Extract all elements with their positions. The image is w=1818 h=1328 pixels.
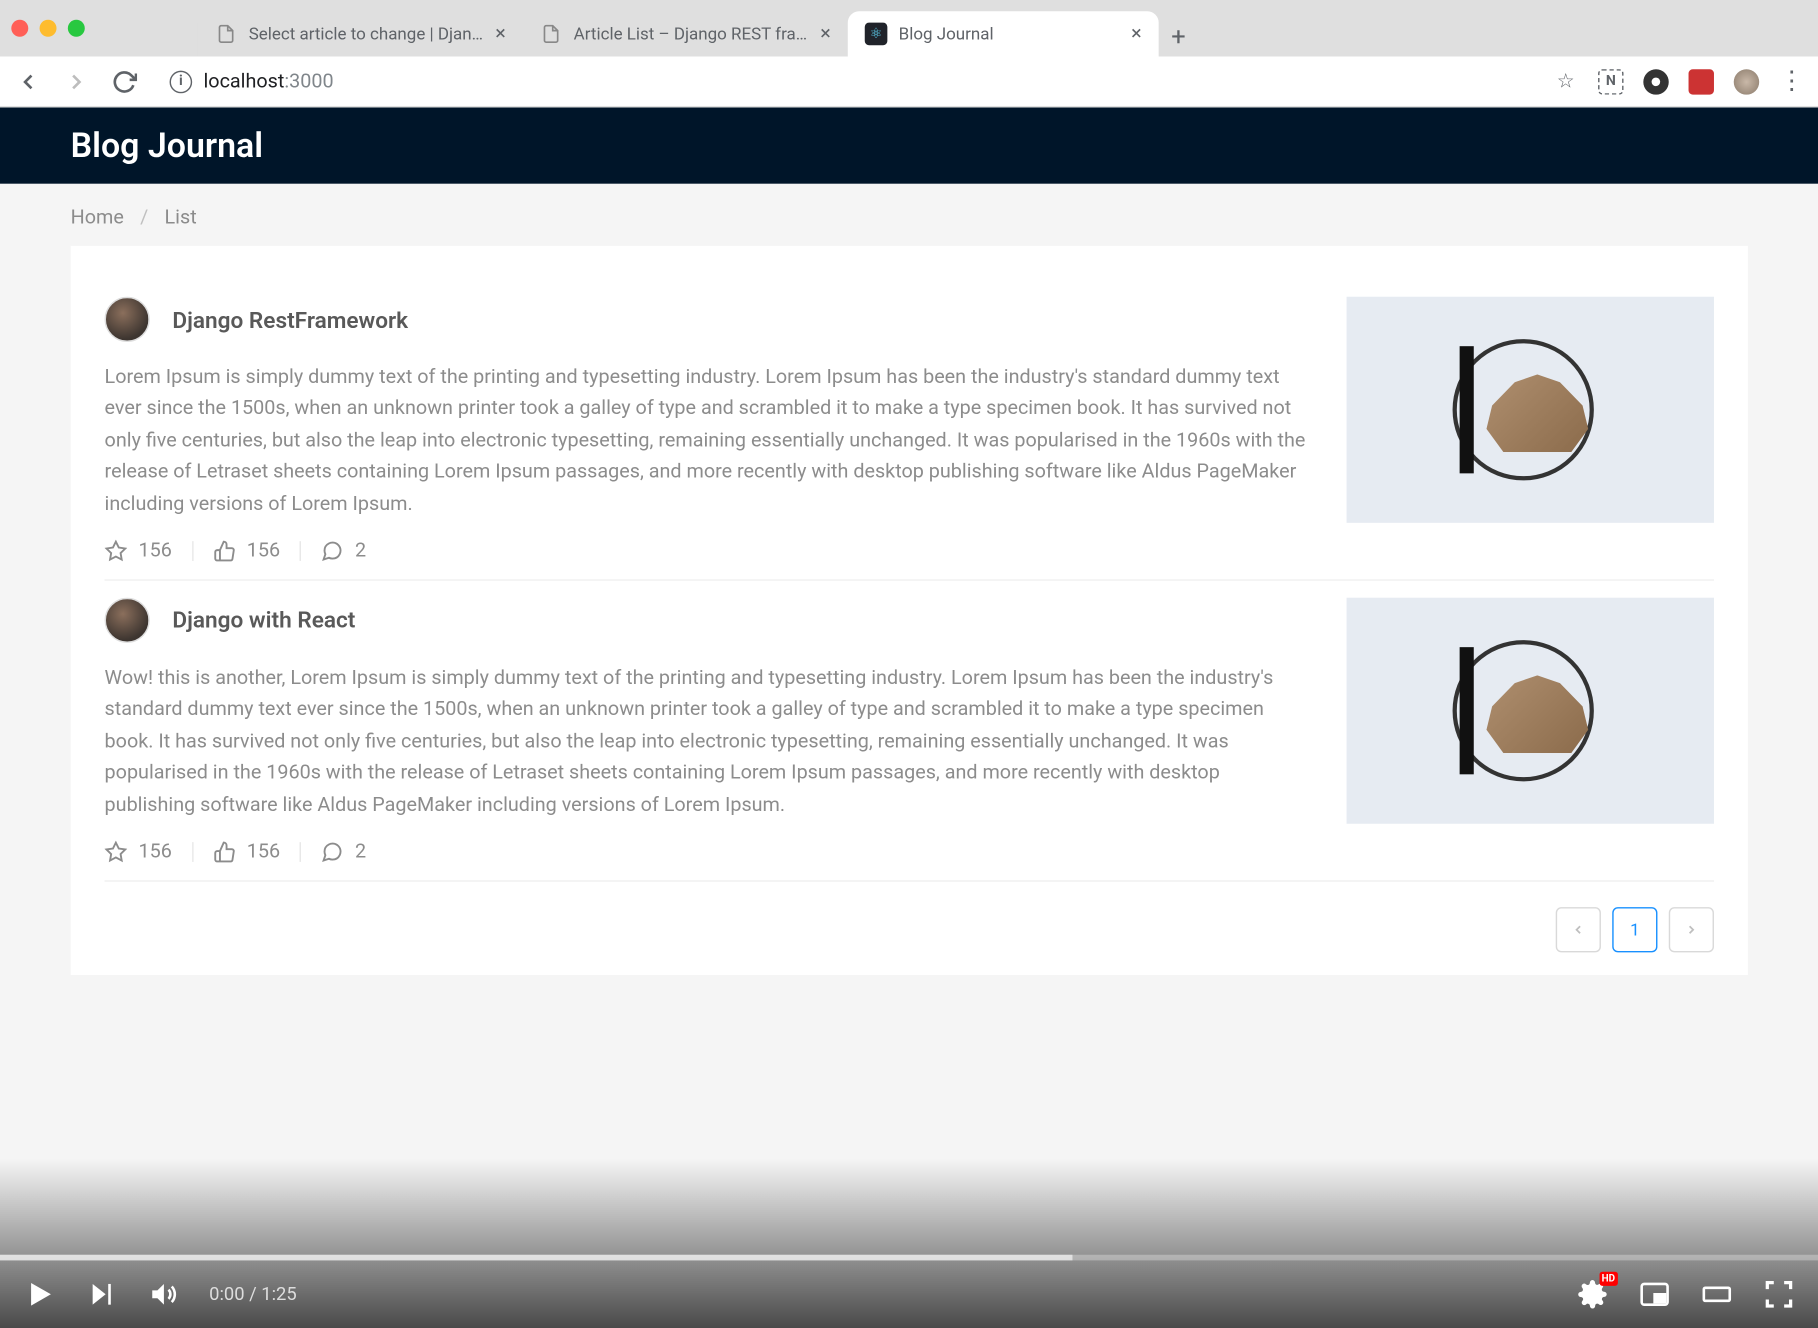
extension-icon[interactable]: ●: [1643, 69, 1668, 94]
star-icon: [105, 841, 128, 864]
pagination-prev-button[interactable]: [1556, 907, 1601, 952]
window-controls: [11, 20, 84, 37]
article-thumbnail[interactable]: [1347, 297, 1714, 523]
article-item: Django with React Wow! this is another, …: [105, 581, 1714, 882]
article-meta: 156 156 2: [105, 841, 1313, 864]
window-maximize-button[interactable]: [68, 20, 85, 37]
star-icon: [105, 540, 128, 563]
pagination-next-button[interactable]: [1669, 907, 1714, 952]
app-title: Blog Journal: [71, 126, 263, 166]
thumbs-up-icon: [213, 841, 236, 864]
fullscreen-button[interactable]: [1762, 1277, 1796, 1311]
browser-tab[interactable]: Article List – Django REST framework ×: [523, 11, 848, 56]
new-tab-button[interactable]: +: [1159, 17, 1199, 57]
profile-avatar-icon[interactable]: [1734, 69, 1759, 94]
comment-count: 2: [355, 841, 366, 864]
browser-toolbar: i localhost:3000 ☆ N ● ⋮: [0, 57, 1818, 108]
star-count: 156: [138, 540, 171, 563]
extension-icon[interactable]: [1689, 69, 1714, 94]
window-close-button[interactable]: [11, 20, 28, 37]
tab-close-icon[interactable]: ×: [1131, 23, 1142, 46]
article-thumbnail[interactable]: [1347, 598, 1714, 824]
like-count: 156: [247, 540, 280, 563]
article-item: Django RestFramework Lorem Ipsum is simp…: [105, 280, 1714, 581]
miniplayer-button[interactable]: [1638, 1277, 1672, 1311]
comment-count: 2: [355, 540, 366, 563]
star-action[interactable]: 156: [105, 540, 192, 563]
app-header: Blog Journal: [0, 107, 1818, 183]
back-button[interactable]: [14, 67, 42, 95]
article-excerpt: Wow! this is another, Lorem Ipsum is sim…: [105, 663, 1313, 821]
like-action[interactable]: 156: [193, 540, 300, 563]
message-icon: [321, 540, 344, 563]
article-meta: 156 156 2: [105, 540, 1313, 563]
breadcrumb: Home / List: [0, 184, 1818, 246]
hd-badge: HD: [1599, 1272, 1618, 1286]
next-button[interactable]: [85, 1277, 119, 1311]
volume-button[interactable]: [147, 1277, 181, 1311]
tab-title: Article List – Django REST framework: [574, 24, 809, 44]
pagination: 1: [105, 882, 1714, 961]
like-count: 156: [247, 841, 280, 864]
react-icon: ⚛: [865, 23, 888, 46]
page-viewport: Blog Journal Home / List Django RestFram…: [0, 107, 1818, 1328]
tab-title: Select article to change | Django: [249, 24, 484, 44]
tab-title: Blog Journal: [899, 24, 1120, 44]
like-action[interactable]: 156: [193, 841, 300, 864]
author-avatar[interactable]: [105, 598, 150, 643]
bookmark-star-icon[interactable]: ☆: [1553, 69, 1578, 94]
article-excerpt: Lorem Ipsum is simply dummy text of the …: [105, 362, 1313, 520]
tab-list: Select article to change | Django × Arti…: [198, 0, 1198, 57]
play-button[interactable]: [23, 1277, 57, 1311]
extension-icons: ☆ N ● ⋮: [1553, 69, 1805, 94]
breadcrumb-home[interactable]: Home: [71, 206, 124, 229]
article-list-card: Django RestFramework Lorem Ipsum is simp…: [71, 246, 1748, 975]
extension-icon[interactable]: N: [1598, 69, 1623, 94]
pagination-page-button[interactable]: 1: [1612, 907, 1657, 952]
article-title[interactable]: Django RestFramework: [172, 306, 408, 333]
star-count: 156: [138, 841, 171, 864]
article-title[interactable]: Django with React: [172, 607, 355, 634]
browser-tab[interactable]: Select article to change | Django ×: [198, 11, 523, 56]
browser-tab-active[interactable]: ⚛ Blog Journal ×: [848, 11, 1159, 56]
comment-action[interactable]: 2: [301, 540, 386, 563]
star-action[interactable]: 156: [105, 841, 192, 864]
video-time: 0:00 / 1:25: [209, 1284, 297, 1305]
theater-mode-button[interactable]: [1700, 1277, 1734, 1311]
comment-action[interactable]: 2: [301, 841, 386, 864]
menu-icon[interactable]: ⋮: [1779, 69, 1804, 94]
reload-button[interactable]: [110, 67, 138, 95]
author-avatar[interactable]: [105, 297, 150, 342]
browser-tab-strip: Select article to change | Django × Arti…: [0, 0, 1818, 57]
file-icon: [215, 23, 238, 46]
forward-button[interactable]: [62, 67, 90, 95]
breadcrumb-current: List: [165, 206, 197, 229]
file-icon: [540, 23, 563, 46]
window-minimize-button[interactable]: [40, 20, 57, 37]
tab-close-icon[interactable]: ×: [495, 23, 506, 46]
tab-close-icon[interactable]: ×: [820, 23, 831, 46]
address-bar[interactable]: i localhost:3000: [158, 70, 1533, 93]
url-host: localhost:3000: [203, 70, 333, 93]
message-icon: [321, 841, 344, 864]
site-info-icon[interactable]: i: [170, 70, 193, 93]
video-controls: 0:00 / 1:25 HD: [0, 1260, 1818, 1328]
thumbs-up-icon: [213, 540, 236, 563]
breadcrumb-separator: /: [140, 206, 148, 229]
